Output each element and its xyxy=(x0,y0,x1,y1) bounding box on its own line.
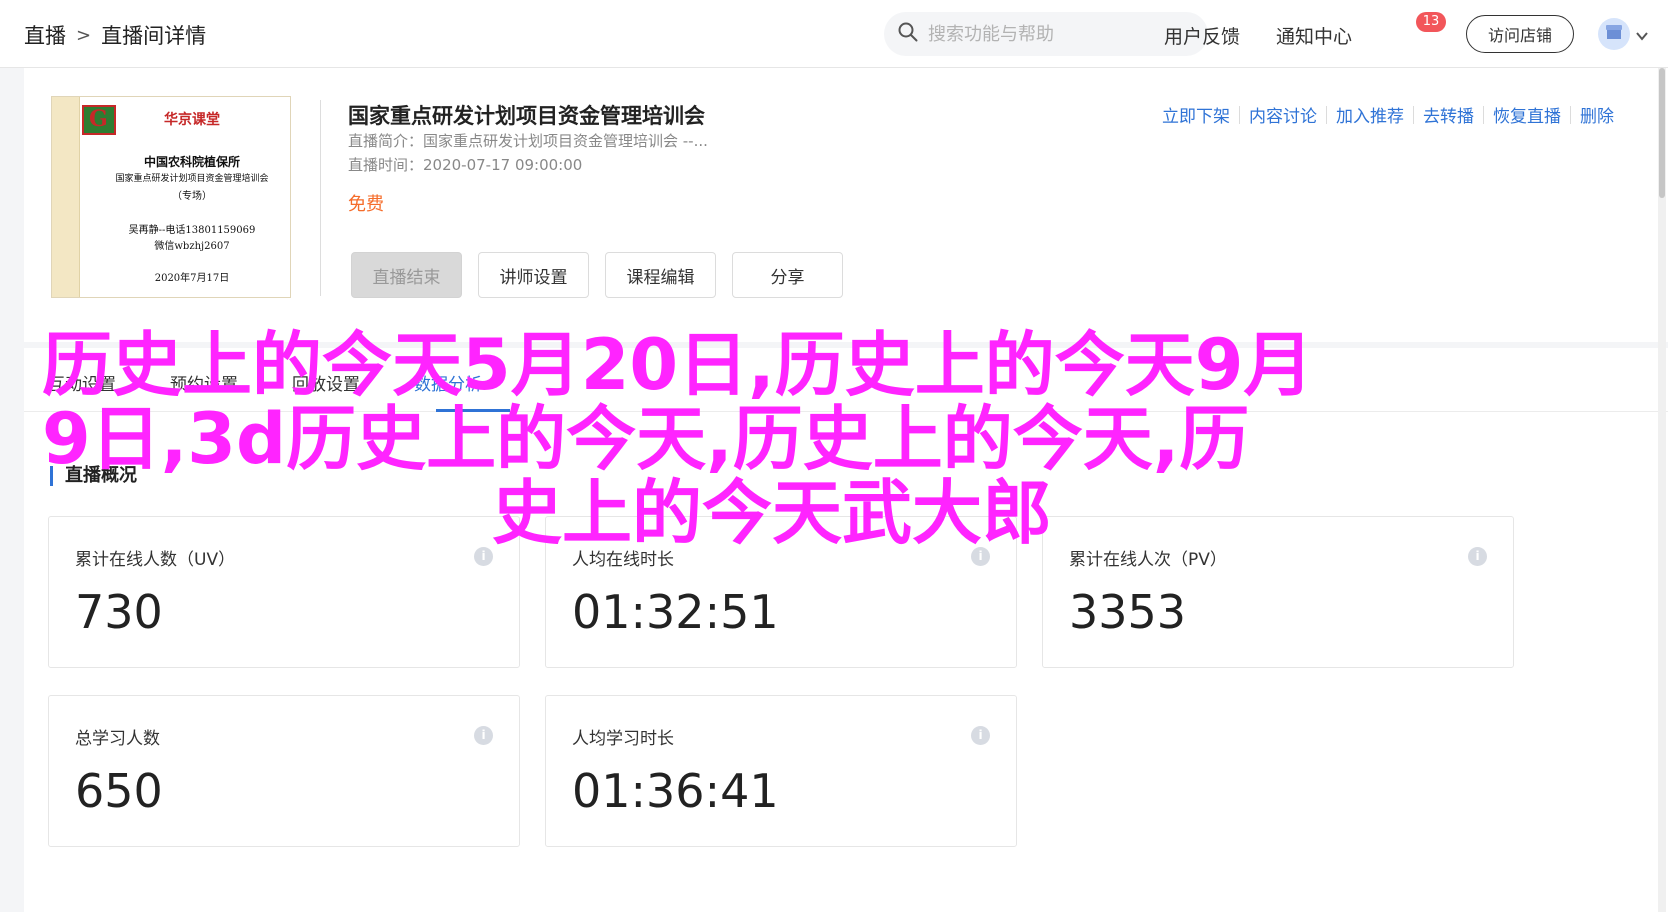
visit-store-button[interactable]: 访问店铺 xyxy=(1466,15,1574,53)
active-tab-indicator xyxy=(436,409,510,412)
tab-interaction-settings[interactable]: 互动设置 xyxy=(48,370,116,395)
vertical-scrollbar[interactable] xyxy=(1658,68,1666,912)
course-actions: 立即下架 内容讨论 加入推荐 去转播 恢复直播 删除 xyxy=(1162,102,1614,127)
course-intro: 直播简介：国家重点研发计划项目资金管理培训会 --... xyxy=(348,132,708,150)
info-icon[interactable]: i xyxy=(971,547,990,566)
stat-value: 01:32:51 xyxy=(572,585,779,639)
action-divider xyxy=(1413,105,1414,124)
store-icon xyxy=(1605,24,1623,44)
cover-date: 2020年7月17日 xyxy=(154,273,230,284)
cover-divider xyxy=(320,100,321,296)
action-divider xyxy=(1570,105,1571,124)
stat-label: 人均学习时长 xyxy=(572,729,674,749)
lecturer-settings-button[interactable]: 讲师设置 xyxy=(478,252,589,298)
breadcrumb-live[interactable]: 直播 xyxy=(24,20,66,50)
course-edit-button[interactable]: 课程编辑 xyxy=(605,252,716,298)
overview-title: 直播概况 xyxy=(50,466,137,486)
cover-org: 中国农科院植保所 xyxy=(143,155,240,169)
notification-count-badge: 13 xyxy=(1416,12,1446,32)
cover-subject: 国家重点研发计划项目资金管理培训会 xyxy=(115,174,269,184)
cover-contact-phone: 吴再静--电话13801159069 xyxy=(128,225,256,236)
course-cover-image: G 华京课堂 中国农科院植保所 国家重点研发计划项目资金管理培训会 （专场） 吴… xyxy=(51,96,291,298)
course-card: G 华京课堂 中国农科院植保所 国家重点研发计划项目资金管理培训会 （专场） 吴… xyxy=(24,68,1668,342)
stat-value: 730 xyxy=(75,585,163,639)
breadcrumb-current: 直播间详情 xyxy=(101,24,207,48)
discussion-link[interactable]: 内容讨论 xyxy=(1249,102,1317,127)
breadcrumb: 直播 > 直播间详情 xyxy=(24,20,206,50)
notification-center-link[interactable]: 通知中心 xyxy=(1276,22,1352,49)
recommend-link[interactable]: 加入推荐 xyxy=(1336,102,1404,127)
page: 直播 > 直播间详情 用户反馈 通知中心 13 访问店铺 G 华京课 xyxy=(0,0,1668,912)
stat-card-total-learners: 总学习人数 650 i xyxy=(48,695,520,847)
course-time: 直播时间：2020-07-17 09:00:00 xyxy=(348,156,583,174)
chevron-down-icon[interactable] xyxy=(1636,26,1648,45)
stat-card-uv: 累计在线人数（UV） 730 i xyxy=(48,516,520,668)
tab-replay-settings[interactable]: 回放设置 xyxy=(292,370,360,395)
tab-data-analysis[interactable]: 数据分析 xyxy=(414,370,482,395)
delete-link[interactable]: 删除 xyxy=(1580,102,1614,127)
info-icon[interactable]: i xyxy=(474,726,493,745)
scrollbar-thumb[interactable] xyxy=(1659,68,1665,198)
cover-contact-wechat: 微信wbzhj2607 xyxy=(154,241,230,252)
stat-card-pv: 累计在线人次（PV） 3353 i xyxy=(1042,516,1514,668)
action-divider xyxy=(1326,105,1327,124)
course-price: 免费 xyxy=(348,194,384,215)
top-header: 直播 > 直播间详情 用户反馈 通知中心 13 访问店铺 xyxy=(0,0,1668,68)
info-icon[interactable]: i xyxy=(971,726,990,745)
stat-card-avg-learning-time: 人均学习时长 01:36:41 i xyxy=(545,695,1017,847)
cover-tag: （专场） xyxy=(172,191,212,202)
end-live-button[interactable]: 直播结束 xyxy=(351,252,462,298)
info-icon[interactable]: i xyxy=(474,547,493,566)
stat-label: 累计在线人数（UV） xyxy=(75,550,236,570)
info-icon[interactable]: i xyxy=(1468,547,1487,566)
stat-value: 3353 xyxy=(1069,585,1187,639)
unpublish-link[interactable]: 立即下架 xyxy=(1162,102,1230,127)
search-input[interactable] xyxy=(928,23,1188,45)
stat-label: 人均在线时长 xyxy=(572,550,674,570)
share-button[interactable]: 分享 xyxy=(732,252,843,298)
stat-label: 累计在线人次（PV） xyxy=(1069,550,1227,570)
stat-label: 总学习人数 xyxy=(75,729,160,749)
resume-live-link[interactable]: 恢复直播 xyxy=(1493,102,1561,127)
rebroadcast-link[interactable]: 去转播 xyxy=(1423,102,1474,127)
data-panel: 互动设置 预约设置 回放设置 数据分析 直播概况 累计在线人数（UV） 730 … xyxy=(24,348,1668,912)
stat-card-avg-online-time: 人均在线时长 01:32:51 i xyxy=(545,516,1017,668)
action-divider xyxy=(1239,105,1240,124)
cover-brand: 华京课堂 xyxy=(164,112,220,128)
course-title: 国家重点研发计划项目资金管理培训会 xyxy=(348,104,705,128)
stat-value: 650 xyxy=(75,764,163,818)
tab-reservation-settings[interactable]: 预约设置 xyxy=(170,370,238,395)
search-box[interactable] xyxy=(884,12,1208,56)
search-icon xyxy=(898,22,918,46)
stat-value: 01:36:41 xyxy=(572,764,779,818)
action-divider xyxy=(1483,105,1484,124)
breadcrumb-separator: > xyxy=(76,24,92,46)
feedback-link[interactable]: 用户反馈 xyxy=(1164,22,1240,49)
tab-bar: 互动设置 预约设置 回放设置 数据分析 xyxy=(24,348,1668,412)
store-avatar[interactable] xyxy=(1598,18,1630,50)
